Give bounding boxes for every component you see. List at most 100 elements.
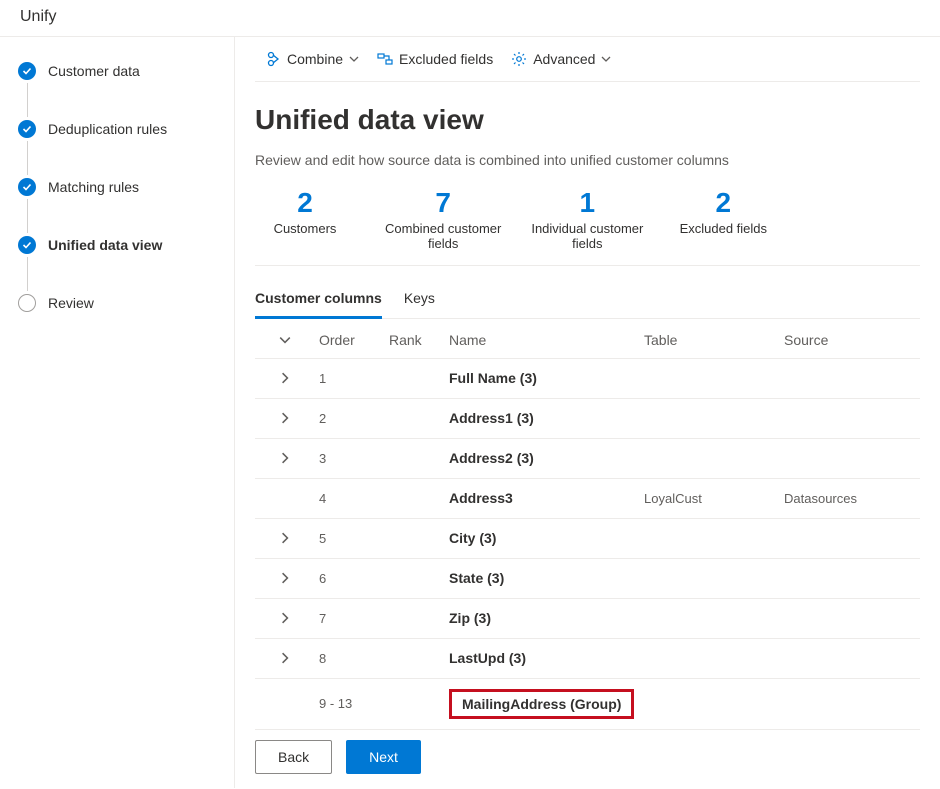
row-expander[interactable]	[255, 642, 315, 674]
wizard-step-label: Customer data	[48, 63, 140, 79]
tab-label: Keys	[404, 290, 435, 306]
chevron-right-icon	[279, 412, 291, 424]
table-row[interactable]: 9 - 13 MailingAddress (Group)	[255, 679, 920, 730]
chevron-down-icon	[601, 54, 611, 64]
table-row[interactable]: 5 City (3)	[255, 519, 920, 559]
name-cell: City (3)	[445, 520, 640, 556]
circle-icon	[18, 294, 36, 312]
wizard-sidebar: Customer data Deduplication rules Matching…	[0, 37, 235, 788]
next-button[interactable]: Next	[346, 740, 421, 774]
name-cell: LastUpd (3)	[445, 640, 640, 676]
stat-label: Customers	[255, 221, 355, 236]
field-name: State (3)	[449, 570, 504, 586]
table-row[interactable]: 1Full Name (3)	[255, 359, 920, 399]
app-title: Unify	[20, 8, 56, 25]
stat-card: 2Excluded fields	[673, 188, 773, 265]
table-row[interactable]: 8LastUpd (3)	[255, 639, 920, 679]
table-cell	[640, 694, 780, 714]
field-name: MailingAddress (Group)	[462, 696, 621, 712]
field-name: City (3)	[449, 530, 496, 546]
rank-cell	[385, 448, 445, 468]
field-name: Address1 (3)	[449, 410, 534, 426]
row-expander[interactable]	[255, 442, 315, 474]
gear-icon	[511, 51, 527, 67]
table-cell	[640, 608, 780, 628]
chevron-right-icon	[279, 452, 291, 464]
rank-cell	[385, 694, 445, 714]
field-name: Full Name (3)	[449, 370, 537, 386]
field-name: Address3	[449, 490, 513, 506]
next-label: Next	[369, 749, 398, 765]
app-header: Unify	[0, 0, 940, 37]
rank-cell	[385, 368, 445, 388]
highlighted-field: MailingAddress (Group)	[449, 689, 634, 719]
step-connector	[18, 139, 36, 177]
wizard-step[interactable]: Matching rules	[18, 177, 234, 197]
wizard-step[interactable]: Review	[18, 293, 234, 313]
advanced-button[interactable]: Advanced	[511, 51, 611, 67]
order-cell: 3	[315, 441, 385, 476]
name-cell: Address2 (3)	[445, 440, 640, 476]
back-button[interactable]: Back	[255, 740, 332, 774]
chevron-right-icon	[279, 372, 291, 384]
wizard-step-label: Deduplication rules	[48, 121, 167, 137]
excluded-fields-label: Excluded fields	[399, 51, 493, 67]
table-cell: LoyalCust	[640, 481, 780, 516]
excluded-fields-icon	[377, 51, 393, 67]
table-row[interactable]: 2Address1 (3)	[255, 399, 920, 439]
wizard-step[interactable]: Deduplication rules	[18, 119, 234, 139]
excluded-fields-button[interactable]: Excluded fields	[377, 51, 493, 67]
row-expander[interactable]	[255, 562, 315, 594]
row-expander[interactable]	[255, 402, 315, 434]
field-name: LastUpd (3)	[449, 650, 526, 666]
sort-toggle[interactable]	[255, 324, 315, 352]
toolbar: Combine Excluded fields Advanced	[255, 37, 920, 82]
wizard-step[interactable]: Customer data	[18, 61, 234, 81]
name-cell: Zip (3)	[445, 600, 640, 636]
table-cell	[640, 528, 780, 548]
rank-cell	[385, 408, 445, 428]
row-expander[interactable]	[255, 602, 315, 634]
chevron-right-icon	[279, 572, 291, 584]
table-row[interactable]: 4Address3LoyalCustDatasources	[255, 479, 920, 519]
tab-label: Customer columns	[255, 290, 382, 306]
order-cell: 5	[315, 521, 385, 556]
name-cell: MailingAddress (Group)	[445, 679, 640, 729]
stat-value: 1	[531, 188, 643, 219]
source-cell	[780, 608, 920, 628]
wizard-step[interactable]: Unified data view	[18, 235, 234, 255]
row-expander[interactable]	[255, 362, 315, 394]
wizard-step-label: Review	[48, 295, 94, 311]
table-row[interactable]: 3 Address2 (3)	[255, 439, 920, 479]
tab-keys[interactable]: Keys	[404, 284, 435, 318]
source-cell	[780, 568, 920, 588]
rank-cell	[385, 568, 445, 588]
stat-label: Excluded fields	[673, 221, 773, 236]
wizard-step-label: Matching rules	[48, 179, 139, 195]
step-connector	[18, 255, 36, 293]
order-cell: 4	[315, 481, 385, 516]
chevron-right-icon	[279, 532, 291, 544]
chevron-down-icon	[279, 334, 291, 346]
name-cell: Address3	[445, 480, 640, 516]
combine-icon	[265, 51, 281, 67]
name-cell: State (3)	[445, 560, 640, 596]
wizard-footer: Back Next	[255, 740, 421, 774]
order-cell: 9 - 13	[315, 686, 385, 721]
row-expander[interactable]	[255, 522, 315, 554]
stat-value: 7	[385, 188, 501, 219]
source-cell	[780, 648, 920, 668]
checkmark-icon	[18, 62, 36, 80]
tab-customer-columns[interactable]: Customer columns	[255, 284, 382, 319]
table-cell	[640, 568, 780, 588]
page-subtitle: Review and edit how source data is combi…	[255, 152, 920, 168]
table-row[interactable]: 6State (3)	[255, 559, 920, 599]
combine-button[interactable]: Combine	[265, 51, 359, 67]
stat-value: 2	[255, 188, 355, 219]
col-name: Name	[445, 322, 640, 354]
stat-card: 2 Customers	[255, 188, 355, 265]
table-row[interactable]: 7Zip (3)	[255, 599, 920, 639]
col-order: Order	[315, 322, 385, 354]
customer-columns-table: Order Rank Name Table Source 1Full Name …	[255, 319, 920, 730]
col-source: Source	[780, 322, 920, 354]
